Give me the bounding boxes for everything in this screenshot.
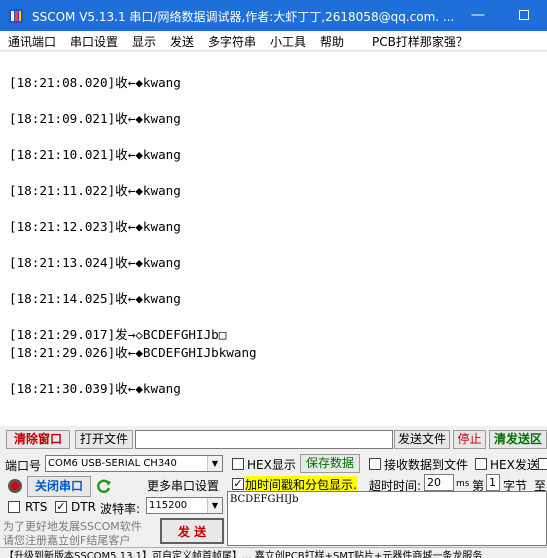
receive-line: [18:21:13.024]收←◆kwang bbox=[9, 255, 181, 270]
receive-line: [18:21:09.021]收←◆kwang bbox=[9, 111, 181, 126]
receive-area[interactable]: [18:21:08.020]收←◆kwang [18:21:09.021]收←◆… bbox=[0, 52, 547, 426]
chevron-down-icon: ▼ bbox=[207, 498, 222, 513]
menu-serial-settings[interactable]: 串口设置 bbox=[70, 33, 118, 50]
save-data-button[interactable]: 保存数据 bbox=[300, 454, 360, 473]
stop-button[interactable]: 停止 bbox=[453, 430, 486, 449]
menu-send[interactable]: 发送 bbox=[170, 33, 194, 50]
title-bar: SSCOM V5.13.1 串口/网络数据调试器,作者:大虾丁丁,2618058… bbox=[0, 0, 547, 31]
receive-line: [18:21:29.026]收←◆BCDEFGHIJbkwang bbox=[9, 345, 257, 360]
baud-select[interactable]: 115200 ▼ bbox=[146, 497, 223, 514]
app-icon bbox=[9, 9, 23, 23]
send-button[interactable]: 发 送 bbox=[160, 518, 224, 544]
send-text: BCDEFGHIJb bbox=[230, 494, 299, 505]
rts-label: RTS bbox=[25, 500, 48, 514]
dtr-label: DTR bbox=[71, 500, 96, 514]
menu-bar: 通讯端口 串口设置 显示 发送 多字符串 小工具 帮助 PCB打样那家强？ bbox=[0, 31, 547, 51]
promo-line-2: 请您注册嘉立创F结尾客户 bbox=[3, 534, 131, 547]
maximize-icon bbox=[519, 10, 529, 20]
menu-help[interactable]: 帮助 bbox=[320, 33, 344, 50]
menu-comm-port[interactable]: 通讯端口 bbox=[8, 33, 56, 50]
chevron-down-icon: ▼ bbox=[207, 456, 222, 471]
menu-tools[interactable]: 小工具 bbox=[270, 33, 306, 50]
timeout-input[interactable]: 20 bbox=[424, 474, 454, 491]
hex-send-label: HEX发送 bbox=[490, 458, 539, 472]
clear-window-button[interactable]: 清除窗口 bbox=[6, 430, 70, 449]
open-file-button[interactable]: 打开文件 bbox=[75, 430, 133, 449]
window-title: SSCOM V5.13.1 串口/网络数据调试器,作者:大虾丁丁,2618058… bbox=[32, 10, 455, 24]
timeout-unit: ms bbox=[456, 479, 470, 489]
file-toolbar: 清除窗口 打开文件 发送文件 停止 清发送区 bbox=[0, 428, 547, 451]
more-settings-link[interactable]: 更多串口设置 bbox=[147, 477, 219, 494]
port-select-value: COM6 USB-SERIAL CH340 bbox=[48, 458, 177, 469]
port-select[interactable]: COM6 USB-SERIAL CH340 ▼ bbox=[45, 455, 223, 472]
maximize-button[interactable] bbox=[501, 0, 547, 31]
byte-input[interactable]: 1 bbox=[486, 474, 500, 491]
baud-select-value: 115200 bbox=[149, 500, 188, 511]
refresh-icon[interactable] bbox=[96, 478, 112, 494]
extra-checkbox[interactable] bbox=[538, 458, 547, 470]
file-path-input[interactable] bbox=[135, 430, 393, 449]
receive-line: [18:21:29.017]发→◇BCDEFGHIJb□ bbox=[9, 327, 227, 342]
rts-checkbox[interactable] bbox=[8, 501, 20, 513]
receive-line: [18:21:14.025]收←◆kwang bbox=[9, 291, 181, 306]
port-label: 端口号 bbox=[5, 459, 42, 473]
minimize-button[interactable]: — bbox=[455, 0, 501, 31]
receive-line: [18:21:30.039]收←◆kwang bbox=[9, 381, 181, 396]
send-input[interactable]: BCDEFGHIJb bbox=[227, 491, 547, 546]
hex-display-label: HEX显示 bbox=[247, 458, 296, 472]
status-text: 【升级到新版本SSCOM5.13.1】可自定义帧首帧尾】... 嘉立创PCB打样… bbox=[4, 551, 483, 558]
menu-multi-string[interactable]: 多字符串 bbox=[208, 33, 256, 50]
receive-line: [18:21:10.021]收←◆kwang bbox=[9, 147, 181, 162]
receive-line: [18:21:12.023]收←◆kwang bbox=[9, 219, 181, 234]
hex-send-checkbox[interactable] bbox=[475, 458, 487, 470]
port-status-icon bbox=[8, 479, 22, 493]
timestamp-checkbox[interactable]: ✓ bbox=[232, 478, 244, 490]
receive-to-file-label: 接收数据到文件 bbox=[384, 458, 469, 472]
menu-pcb-ad[interactable]: PCB打样那家强？ bbox=[372, 33, 468, 50]
status-bar: 【升级到新版本SSCOM5.13.1】可自定义帧首帧尾】... 嘉立创PCB打样… bbox=[0, 547, 547, 558]
hex-display-checkbox[interactable] bbox=[232, 458, 244, 470]
send-file-button[interactable]: 发送文件 bbox=[394, 430, 450, 449]
receive-line: [18:21:08.020]收←◆kwang bbox=[9, 75, 181, 90]
receive-to-file-checkbox[interactable] bbox=[369, 458, 381, 470]
menu-display[interactable]: 显示 bbox=[132, 33, 156, 50]
close-port-button[interactable]: 关闭串口 bbox=[27, 476, 91, 497]
receive-line: [18:21:11.022]收←◆kwang bbox=[9, 183, 181, 198]
baud-label: 波特率: bbox=[100, 502, 141, 516]
dtr-checkbox[interactable]: ✓ bbox=[55, 501, 67, 513]
clear-send-button[interactable]: 清发送区 bbox=[489, 430, 547, 449]
